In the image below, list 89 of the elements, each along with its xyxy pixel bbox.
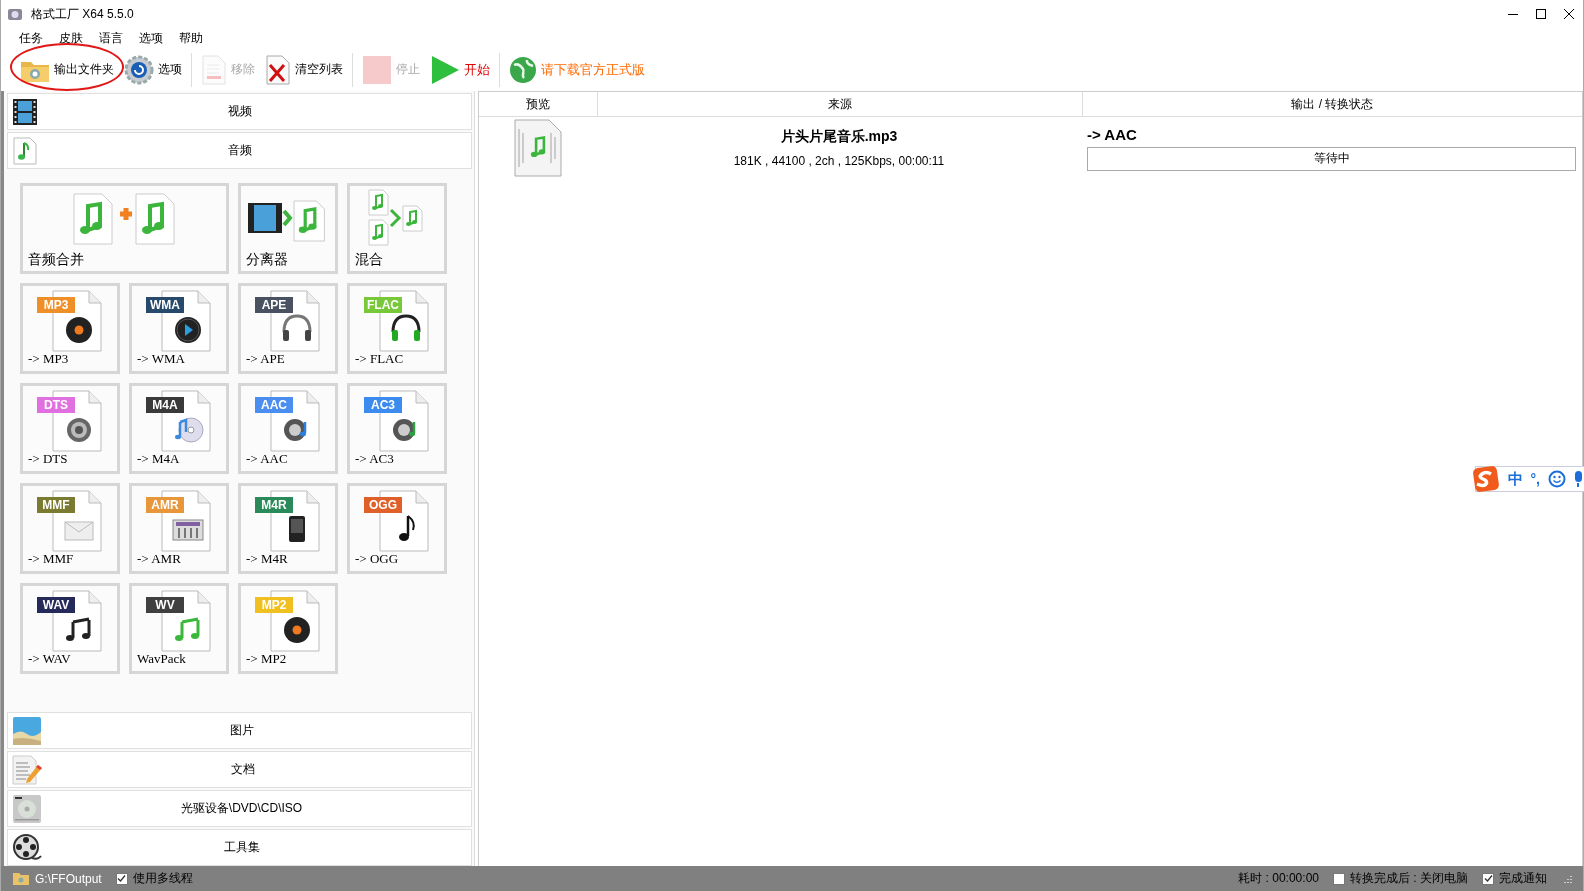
audio-merge-tile[interactable]: 音频合并 xyxy=(20,183,229,274)
smiley-icon[interactable] xyxy=(1548,470,1566,488)
menu-item[interactable]: 选项 xyxy=(131,29,171,47)
maximize-icon xyxy=(1536,9,1546,19)
format-tile[interactable]: APE -> APE xyxy=(238,283,338,374)
checkbox[interactable] xyxy=(115,872,128,885)
output-format: -> AAC xyxy=(1087,125,1138,143)
category-header[interactable]: 文档 xyxy=(7,751,472,788)
format-badge: AMR xyxy=(146,497,184,513)
format-tile[interactable]: AC3 -> AC3 xyxy=(347,383,447,474)
column-header[interactable]: 预览 xyxy=(479,92,598,116)
toolbar-button[interactable]: 清空列表 xyxy=(260,50,348,89)
column-header[interactable]: 输出 / 转换状态 xyxy=(1083,92,1582,116)
status-bar-cell: 等待中 xyxy=(1087,146,1576,171)
play-icon xyxy=(430,54,460,85)
format-badge: MMF xyxy=(37,497,75,513)
format-tile[interactable]: AAC -> AAC xyxy=(238,383,338,474)
disc-drive-icon xyxy=(12,793,42,824)
toolbar-button[interactable]: 开始 xyxy=(425,50,495,89)
menu-item[interactable]: 帮助 xyxy=(171,29,211,47)
format-badge: MP3 xyxy=(37,297,75,313)
checkbox-label: 完成通知 xyxy=(1499,870,1547,887)
document-x-icon xyxy=(265,54,291,85)
app-icon xyxy=(7,6,23,22)
category-header[interactable]: 光驱设备\DVD\CD\ISO xyxy=(7,790,472,827)
format-tile[interactable]: WV WavPack xyxy=(129,583,229,674)
microphone-icon[interactable] xyxy=(1574,470,1582,488)
format-tile[interactable]: M4R -> M4R xyxy=(238,483,338,574)
checkbox[interactable] xyxy=(1333,872,1345,885)
format-badge: M4R xyxy=(255,497,293,513)
elapsed-time: 耗时 : 00:00:00 xyxy=(1238,870,1319,887)
toolbar-label: 请下载官方正式版 xyxy=(541,60,645,79)
menu-item[interactable]: 皮肤 xyxy=(51,29,91,47)
format-tile[interactable]: M4A -> M4A xyxy=(129,383,229,474)
format-badge: MP2 xyxy=(255,597,293,613)
format-tile[interactable]: AMR -> AMR xyxy=(129,483,229,574)
format-tile[interactable]: DTS -> DTS xyxy=(20,383,120,474)
file-name: 片头片尾音乐.mp3 xyxy=(780,128,898,146)
category-header[interactable]: 视频 xyxy=(7,93,472,130)
format-badge: OGG xyxy=(364,497,402,513)
toolbar-label: 开始 xyxy=(464,60,490,79)
audio-file-icon xyxy=(513,119,563,177)
format-tile[interactable]: MP2 -> MP2 xyxy=(238,583,338,674)
resize-grip-icon xyxy=(1563,873,1573,884)
format-badge: WMA xyxy=(146,297,184,313)
format-tile[interactable]: WMA -> WMA xyxy=(129,283,229,374)
checkbox-label: 转换完成后 : 关闭电脑 xyxy=(1350,870,1468,887)
format-tile[interactable]: OGG -> OGG xyxy=(347,483,447,574)
format-tile[interactable]: MP3 -> MP3 xyxy=(20,283,120,374)
format-badge: APE xyxy=(255,297,293,313)
category-header[interactable]: 图片 xyxy=(7,712,472,749)
format-badge: DTS xyxy=(37,397,75,413)
category-header[interactable]: 音频 xyxy=(7,132,472,169)
document-pencil-icon xyxy=(12,754,44,785)
toolbar-button[interactable]: 选项 xyxy=(119,50,187,89)
checkbox-label: 使用多线程 xyxy=(132,870,193,887)
stop-icon xyxy=(362,54,392,85)
film-strip-icon xyxy=(12,97,38,126)
window-title: 格式工厂 X64 5.5.0 xyxy=(31,5,134,23)
format-tile[interactable]: FLAC -> FLAC xyxy=(347,283,447,374)
film-reel-icon xyxy=(12,832,42,863)
folder-icon xyxy=(13,872,29,885)
tool-tile[interactable]: 分离器 xyxy=(238,183,338,274)
format-badge: AC3 xyxy=(364,397,402,413)
format-badge: WAV xyxy=(37,597,75,613)
format-badge: M4A xyxy=(146,397,184,413)
menu-item[interactable]: 任务 xyxy=(11,29,51,47)
landscape-image-icon xyxy=(12,715,42,746)
globe-icon xyxy=(509,55,537,84)
music-note-icon xyxy=(12,136,38,165)
gear-icon xyxy=(124,54,154,85)
punctuation-mode[interactable]: °, xyxy=(1530,471,1540,487)
format-badge: AAC xyxy=(255,397,293,413)
format-badge: WV xyxy=(146,597,184,613)
toolbar-button[interactable]: 输出文件夹 xyxy=(15,50,119,89)
format-badge: FLAC xyxy=(364,297,402,313)
file-details: 181K , 44100 , 2ch , 125Kbps, 00:00:11 xyxy=(733,154,945,168)
menu-item[interactable]: 语言 xyxy=(91,29,131,47)
category-header[interactable]: 工具集 xyxy=(7,829,472,866)
input-mode[interactable]: 中 xyxy=(1507,469,1523,489)
document-minus-icon xyxy=(201,54,227,85)
s-logo-icon[interactable] xyxy=(1471,465,1500,493)
column-header[interactable]: 来源 xyxy=(598,92,1083,116)
checkbox[interactable] xyxy=(1482,872,1494,885)
format-tile[interactable]: WAV -> WAV xyxy=(20,583,120,674)
output-path: G:\FFOutput xyxy=(35,871,102,886)
tool-tile[interactable]: 混合 xyxy=(347,183,447,274)
format-tile[interactable]: MMF -> MMF xyxy=(20,483,120,574)
close-icon xyxy=(1564,9,1574,19)
